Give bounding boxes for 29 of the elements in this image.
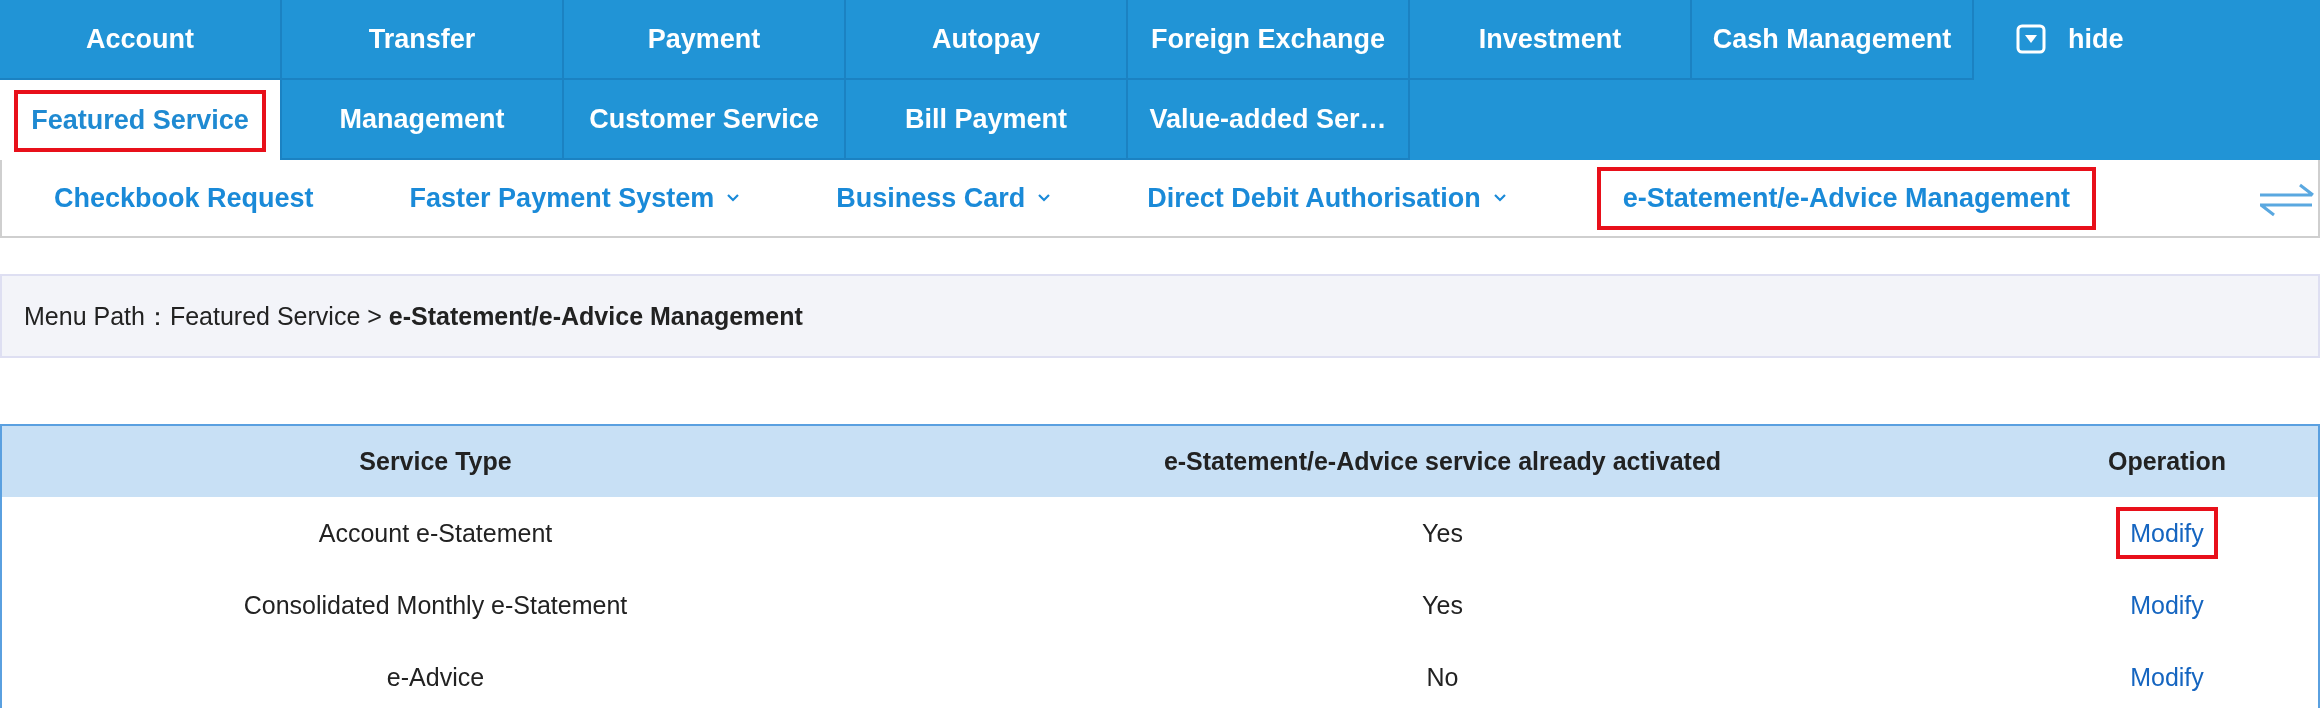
- table-cell: Consolidated Monthly e-Statement: [243, 590, 628, 619]
- menu-tab[interactable]: Foreign Exchange: [1128, 0, 1410, 80]
- submenu-item[interactable]: Checkbook Request: [54, 170, 314, 226]
- table-cell: Yes: [1422, 590, 1463, 619]
- menu-tab[interactable]: Autopay: [846, 0, 1128, 80]
- menu-tab[interactable]: Featured Service: [0, 80, 282, 160]
- submenu-item[interactable]: Faster Payment System: [409, 170, 741, 226]
- column-header: Service Type: [2, 426, 869, 497]
- dropdown-icon: [2016, 24, 2046, 54]
- menu-tab[interactable]: Investment: [1410, 0, 1692, 80]
- menu-tab[interactable]: Cash Management: [1692, 0, 1974, 80]
- modify-link[interactable]: Modify: [2120, 582, 2214, 627]
- column-header: Operation: [2016, 426, 2318, 497]
- menu-tab[interactable]: Bill Payment: [846, 80, 1128, 160]
- table-cell: Account e-Statement: [318, 518, 553, 547]
- menu-tab[interactable]: Payment: [564, 0, 846, 80]
- modify-link[interactable]: Modify: [2120, 654, 2214, 699]
- menu-tab[interactable]: Account: [0, 0, 282, 80]
- menu-tab[interactable]: Value-added Ser…: [1128, 80, 1410, 160]
- table-cell: Yes: [1422, 518, 1463, 547]
- menu-tab[interactable]: Management: [282, 80, 564, 160]
- menu-tab[interactable]: Customer Service: [564, 80, 846, 160]
- column-header: e-Statement/e-Advice service already activated: [869, 426, 2016, 497]
- table-cell: No: [1426, 662, 1459, 691]
- submenu-item[interactable]: Direct Debit Authorisation: [1147, 170, 1507, 226]
- breadcrumb: Menu Path：Featured Service > e-Statement/e-Advice Management: [24, 300, 803, 332]
- submenu-item[interactable]: Business Card: [836, 170, 1052, 226]
- table-cell: e-Advice: [386, 662, 485, 691]
- menu-tab[interactable]: Transfer: [282, 0, 564, 80]
